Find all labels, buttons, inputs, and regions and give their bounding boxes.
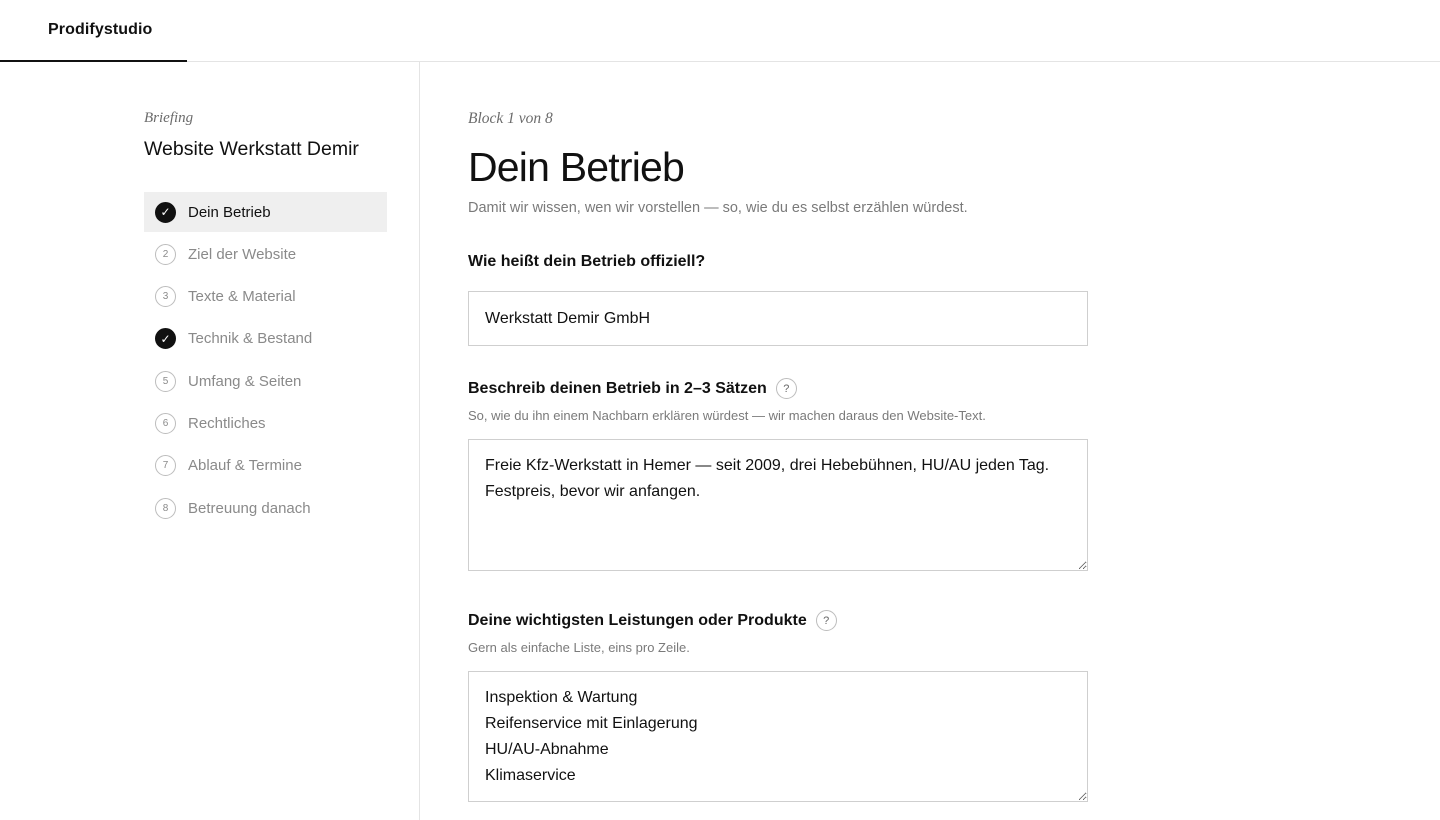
q3-hint: Gern als einfache Liste, eins pro Zeile. [468,640,690,655]
step-betreuung-danach[interactable]: 8 Betreuung danach [144,488,387,528]
step-number: 6 [155,412,176,434]
step-texte-material[interactable]: 3 Texte & Material [144,277,387,317]
step-number: 7 [155,455,176,477]
step-label: Umfang & Seiten [188,372,302,390]
check-icon: ✓ [155,201,176,223]
step-label: Ablauf & Termine [188,457,302,475]
step-number: 3 [155,286,176,308]
q2-label-text: Beschreib deinen Betrieb in 2–3 Sätzen [468,379,767,397]
q2-label: Beschreib deinen Betrieb in 2–3 Sätzen ? [468,378,797,399]
top-bar: Prodifystudio [0,0,1440,62]
step-number: 8 [155,497,176,519]
step-label: Rechtliches [188,414,266,432]
sidebar-divider [419,62,420,820]
q3-label-text: Deine wichtigsten Leistungen oder Produk… [468,611,807,629]
step-label: Texte & Material [188,288,296,306]
help-icon[interactable]: ? [815,610,837,631]
step-label: Ziel der Website [188,245,297,263]
step-ablauf-termine[interactable]: 7 Ablauf & Termine [144,446,387,486]
check-icon: ✓ [155,328,176,350]
step-label: Betreuung danach [188,499,311,517]
q3-label: Deine wichtigsten Leistungen oder Produk… [468,610,837,631]
step-number: 2 [155,243,176,265]
project-title: Website Werkstatt Demir [144,138,359,160]
q1-label-text: Wie heißt dein Betrieb offiziell? [468,253,706,270]
q2-hint: So, wie du ihn einem Nachbarn erklären w… [468,408,986,423]
step-technik-bestand[interactable]: ✓ Technik & Bestand [144,319,387,359]
step-dein-betrieb[interactable]: ✓ Dein Betrieb [144,192,387,232]
sidebar-eyebrow: Briefing [144,110,194,126]
step-list: ✓ Dein Betrieb 2 Ziel der Website 3 Text… [144,192,387,530]
page-subtitle: Damit wir wissen, wen wir vorstellen — s… [468,200,968,216]
company-description-textarea[interactable] [468,439,1088,571]
block-counter: Block 1 von 8 [468,110,553,127]
step-ziel-der-website[interactable]: 2 Ziel der Website [144,234,387,274]
services-textarea[interactable] [468,671,1088,802]
step-rechtliches[interactable]: 6 Rechtliches [144,403,387,443]
q1-label: Wie heißt dein Betrieb offiziell? [468,253,705,271]
step-umfang-seiten[interactable]: 5 Umfang & Seiten [144,361,387,401]
help-icon[interactable]: ? [775,378,797,399]
step-label: Dein Betrieb [188,203,271,221]
brand-tab[interactable]: Prodifystudio [0,0,187,62]
company-name-input[interactable] [468,291,1088,346]
step-label: Technik & Bestand [188,330,313,348]
page-title: Dein Betrieb [468,144,685,190]
step-number: 5 [155,370,176,392]
